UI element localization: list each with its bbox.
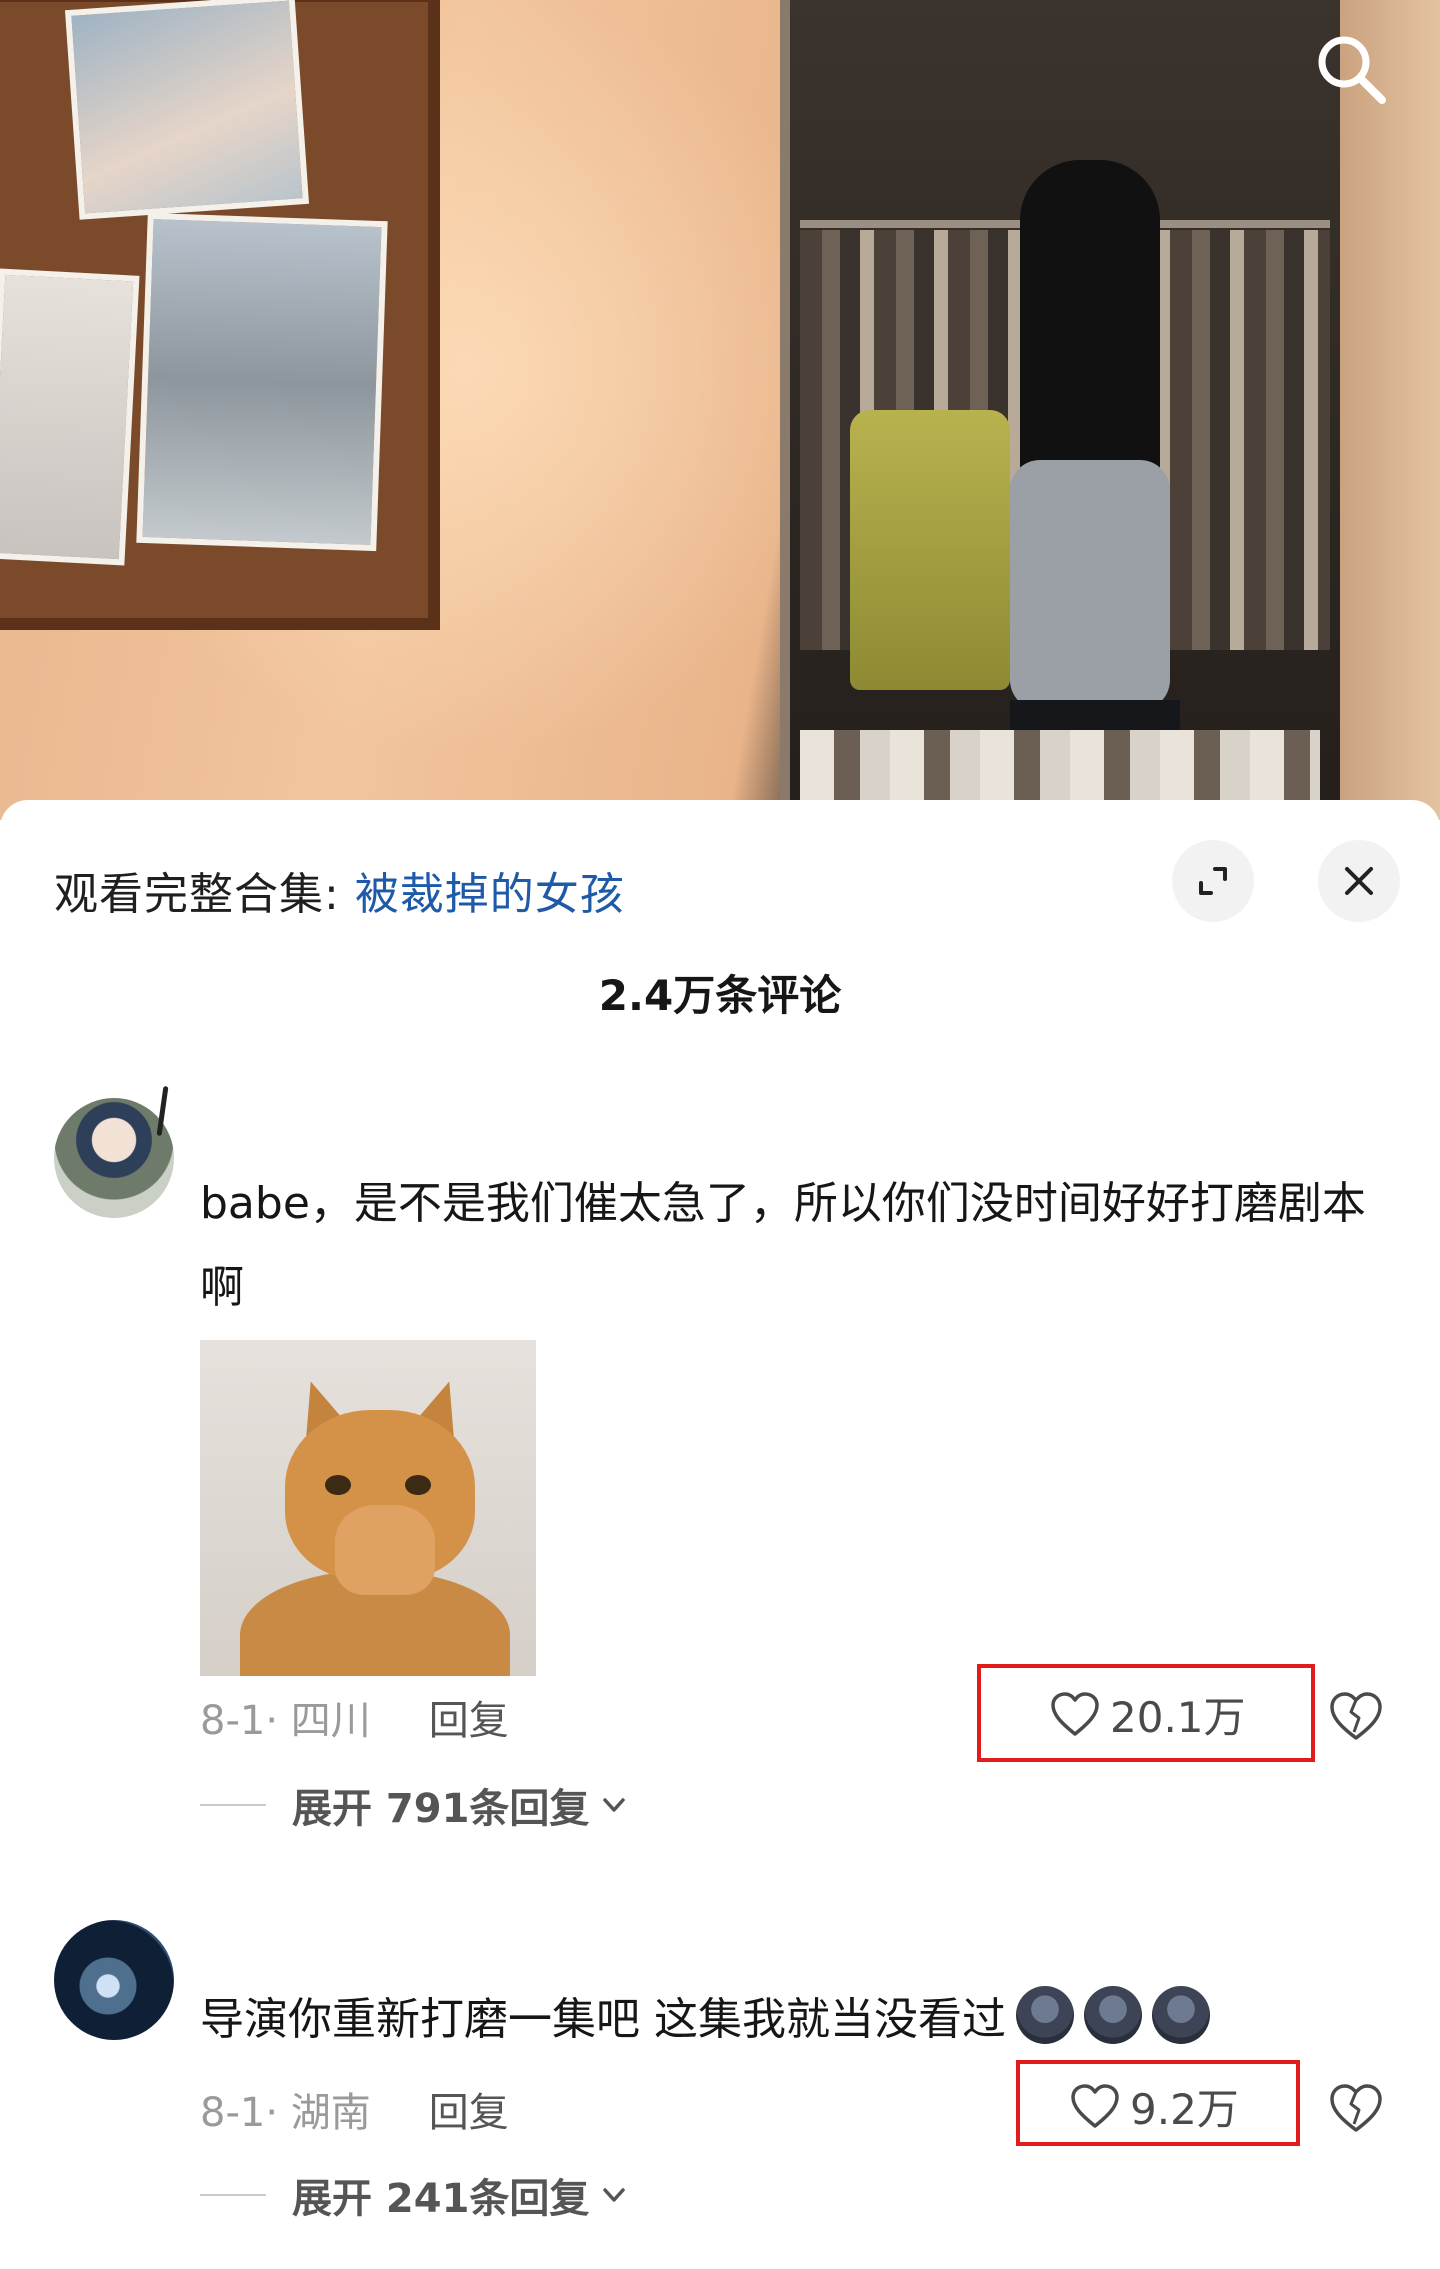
video-frame-photo: [0, 268, 140, 566]
comment-meta: 8-1· 湖南 回复: [200, 2080, 509, 2138]
like-button[interactable]: 20.1万: [1050, 1684, 1246, 1745]
chevron-down-icon: [603, 2188, 626, 2202]
comment-image[interactable]: [200, 1340, 536, 1676]
avatar[interactable]: [54, 1920, 174, 2040]
expand-replies-button[interactable]: 展开 241条回复: [200, 2166, 629, 2224]
comment-date-location: 8-1· 湖南: [200, 2090, 371, 2136]
video-frame-corkboard: [0, 0, 440, 630]
comment-count-title: 2.4万条评论: [598, 971, 842, 1020]
dislike-button[interactable]: [1326, 1686, 1386, 1746]
video-frame-person-top: [1010, 460, 1170, 710]
broken-heart-icon: [1330, 1692, 1382, 1740]
like-count: 9.2万: [1130, 2085, 1239, 2134]
close-icon: [1345, 867, 1373, 895]
comment-sheet: 观看完整合集: 被裁掉的女孩 2.4万条评论 babe，是不是我们催太急了，所以…: [0, 800, 1440, 2269]
comment-text: 导演你重新打磨一集吧 这集我就当没看过: [200, 1994, 1006, 2045]
comment-text: babe，是不是我们催太急了，所以你们没时间好好打磨剧本啊: [200, 1178, 1366, 1313]
heart-icon: [1051, 1691, 1099, 1736]
collection-link[interactable]: 被裁掉的女孩: [355, 869, 625, 920]
video-frame-right-wall: [1340, 0, 1440, 820]
reply-button[interactable]: 回复: [429, 2090, 509, 2136]
meme-cat-eye: [405, 1475, 431, 1495]
search-icon: [1318, 36, 1386, 104]
like-button[interactable]: 9.2万: [1070, 2076, 1239, 2137]
emoji-icon: [1084, 1986, 1142, 2044]
expand-button[interactable]: [1172, 840, 1254, 922]
collection-prefix: 观看完整合集:: [54, 869, 355, 920]
avatar[interactable]: [54, 1098, 174, 1218]
comment-meta: 8-1· 四川 回复: [200, 1688, 509, 1746]
meme-cat-eye: [325, 1475, 351, 1495]
close-button[interactable]: [1318, 840, 1400, 922]
video-frame-person: [990, 160, 1190, 820]
expand-replies-label: 展开 791条回复: [292, 1786, 590, 1832]
reply-button[interactable]: 回复: [429, 1698, 509, 1744]
emoji-icon: [1016, 1986, 1074, 2044]
broken-heart-icon: [1330, 2084, 1382, 2132]
video-frame-photo: [136, 212, 388, 552]
comment-text-row: 导演你重新打磨一集吧 这集我就当没看过: [200, 1978, 1370, 2062]
heart-icon: [1071, 2083, 1119, 2128]
collection-link-row: 观看完整合集: 被裁掉的女孩: [54, 858, 625, 922]
like-count: 20.1万: [1110, 1693, 1246, 1742]
expand-replies-button[interactable]: 展开 791条回复: [200, 1776, 629, 1834]
meme-cat-paw: [335, 1505, 435, 1595]
emoji-icon: [1152, 1986, 1210, 2044]
comment-date-location: 8-1· 四川: [200, 1698, 371, 1744]
divider-line: [200, 2194, 266, 2196]
video-frame-dress: [850, 410, 1010, 690]
chevron-down-icon: [603, 1798, 626, 1812]
video-player[interactable]: [0, 0, 1440, 820]
search-button[interactable]: [1310, 28, 1390, 108]
video-frame-photo: [64, 0, 310, 220]
expand-replies-label: 展开 241条回复: [292, 2176, 590, 2222]
dislike-button[interactable]: [1326, 2078, 1386, 2138]
expand-icon: [1199, 867, 1227, 895]
divider-line: [200, 1804, 266, 1806]
